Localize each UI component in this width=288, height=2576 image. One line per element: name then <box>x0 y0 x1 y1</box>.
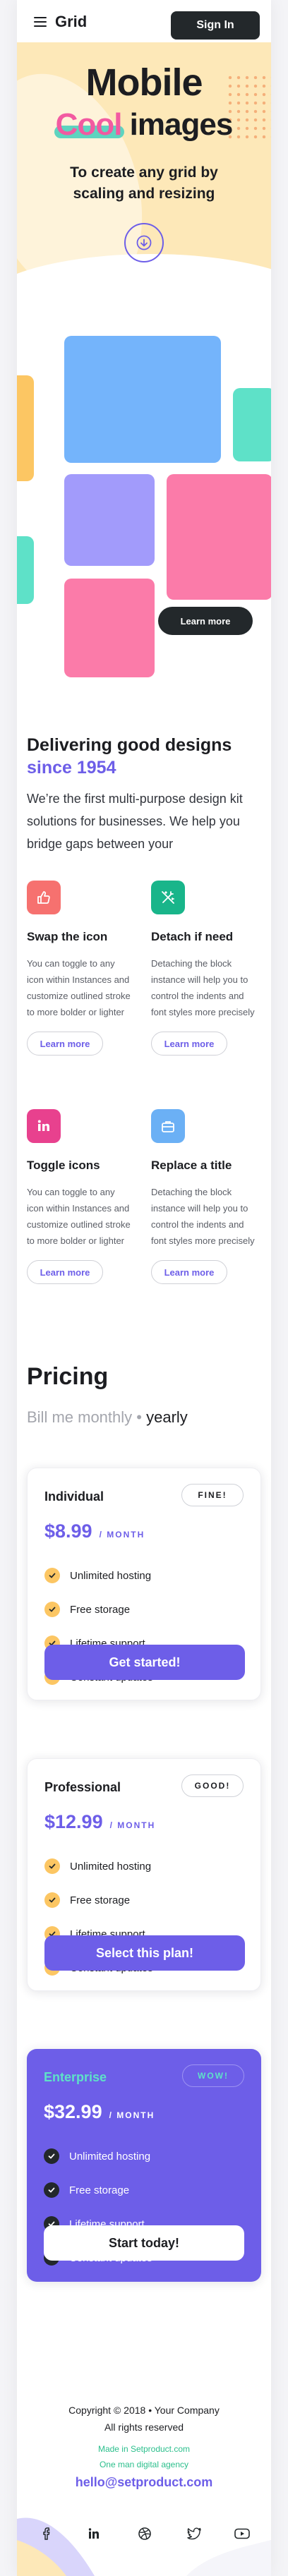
check-icon <box>44 2182 59 2198</box>
dribbble-icon[interactable] <box>136 2524 154 2543</box>
image-tile-mint-left[interactable] <box>17 536 34 604</box>
select-plan-button[interactable]: Select this plan! <box>44 1935 245 1971</box>
copyright-text: Copyright © 2018 • Your Company <box>68 2405 220 2416</box>
feature-card: Replace a title Detaching the block inst… <box>151 1109 264 1284</box>
plan-name: Individual <box>44 1489 104 1504</box>
feature-card: Toggle icons You can toggle to any icon … <box>27 1109 140 1284</box>
hero-highlight: Cool <box>54 107 125 143</box>
linkedin-icon[interactable] <box>85 2524 103 2543</box>
feature-text: You can toggle to any icon within Instan… <box>27 1187 131 1246</box>
get-started-button[interactable]: Get started! <box>44 1645 245 1680</box>
image-tile-blue[interactable] <box>64 336 221 463</box>
thumbs-up-icon <box>27 881 61 914</box>
mobile-page: Grid Sign In Mobile Cool images To creat… <box>17 0 271 2576</box>
magic-wand-icon <box>151 881 185 914</box>
hero-title-rest: images <box>129 107 234 142</box>
section-heading-accent: since 1954 <box>27 758 116 778</box>
footer-copyright: Copyright © 2018 • Your Company All righ… <box>17 2402 271 2436</box>
image-tile-pink-large[interactable] <box>167 474 271 600</box>
section-body: We’re the first multi-purpose design kit… <box>27 792 243 851</box>
check-icon <box>44 1892 60 1908</box>
section-heading: Delivering good designs <box>27 735 232 755</box>
twitter-icon[interactable] <box>185 2524 203 2543</box>
feature-text: You can toggle to any icon within Instan… <box>27 958 131 1017</box>
hero-subtitle: To create any grid by scaling and resizi… <box>70 164 218 202</box>
feature-text: Detaching the block instance will help y… <box>151 1187 255 1246</box>
plan-feature: Unlimited hosting <box>44 1559 153 1592</box>
image-tile-purple[interactable] <box>64 474 155 566</box>
plan-price: $8.99/ MONTH <box>44 1520 145 1542</box>
plan-feature: Unlimited hosting <box>44 1849 153 1883</box>
feature-title: Detach if need <box>151 930 234 943</box>
menu-icon[interactable] <box>34 17 47 27</box>
start-today-button[interactable]: Start today! <box>44 2225 244 2261</box>
toggle-yearly[interactable]: yearly <box>145 1408 191 1427</box>
scroll-down-button[interactable] <box>124 223 164 262</box>
plan-price: $12.99/ MONTH <box>44 1811 156 1832</box>
plan-feature: Free storage <box>44 1592 153 1626</box>
plan-badge: WOW! <box>182 2064 244 2087</box>
plan-price: $32.99/ MONTH <box>44 2101 155 2122</box>
hero-wave <box>17 254 271 310</box>
footer-email-link[interactable]: hello@setproduct.com <box>17 2475 271 2490</box>
facebook-icon[interactable] <box>38 2524 56 2543</box>
feature-card: Swap the icon You can toggle to any icon… <box>27 881 140 1056</box>
gallery-learn-more-button[interactable]: Learn more <box>158 607 253 635</box>
toggle-separator: • <box>136 1408 142 1426</box>
plan-feature: Free storage <box>44 1883 153 1917</box>
check-icon <box>44 1858 60 1874</box>
hero-title: Mobile <box>85 61 203 104</box>
plan-feature: Free storage <box>44 2173 152 2207</box>
plan-badge: FINE! <box>181 1484 244 1506</box>
made-in-link[interactable]: Made in Setproduct.com <box>17 2441 271 2457</box>
image-tile-orange[interactable] <box>17 375 34 481</box>
brand-logo[interactable]: Grid <box>55 13 87 31</box>
feature-title: Swap the icon <box>27 930 108 943</box>
pricing-heading: Pricing <box>27 1363 109 1390</box>
sign-in-button[interactable]: Sign In <box>171 11 260 40</box>
rights-text: All rights reserved <box>104 2421 184 2433</box>
feature-card: Detach if need Detaching the block insta… <box>151 881 264 1056</box>
briefcase-icon <box>151 1109 185 1143</box>
top-bar: Grid Sign In <box>17 0 271 42</box>
footer-decoration <box>17 2512 271 2576</box>
feature-text: Detaching the block instance will help y… <box>151 958 255 1017</box>
feature-title: Toggle icons <box>27 1159 100 1172</box>
hero-title-line2: Cool images <box>17 107 271 143</box>
linkedin-icon <box>27 1109 61 1143</box>
feature-learn-more-button[interactable]: Learn more <box>151 1032 227 1056</box>
footer-credits: Made in Setproduct.com One man digital a… <box>17 2441 271 2472</box>
feature-learn-more-button[interactable]: Learn more <box>27 1260 103 1284</box>
feature-title: Replace a title <box>151 1159 232 1172</box>
feature-learn-more-button[interactable]: Learn more <box>151 1260 227 1284</box>
check-icon <box>44 1568 60 1583</box>
toggle-monthly[interactable]: Bill me monthly <box>27 1408 132 1426</box>
check-icon <box>44 2148 59 2164</box>
image-tile-mint-right[interactable] <box>233 388 271 461</box>
plan-name: Professional <box>44 1780 121 1794</box>
pricing-card-individual: Individual FINE! $8.99/ MONTH Unlimited … <box>27 1468 261 1700</box>
pricing-card-professional: Professional GOOD! $12.99/ MONTH Unlimit… <box>27 1758 261 1991</box>
feature-learn-more-button[interactable]: Learn more <box>27 1032 103 1056</box>
plan-feature: Unlimited hosting <box>44 2139 152 2173</box>
billing-toggle[interactable]: Bill me monthly • yearly <box>27 1408 191 1427</box>
plan-badge: GOOD! <box>181 1774 244 1797</box>
youtube-icon[interactable] <box>233 2524 251 2543</box>
pricing-card-enterprise: Enterprise WOW! $32.99/ MONTH Unlimited … <box>27 2049 261 2282</box>
agency-link[interactable]: One man digital agency <box>17 2457 271 2472</box>
plan-name: Enterprise <box>44 2070 107 2084</box>
image-tile-pink-small[interactable] <box>64 579 155 677</box>
check-icon <box>44 1602 60 1617</box>
arrow-down-icon <box>136 235 152 250</box>
